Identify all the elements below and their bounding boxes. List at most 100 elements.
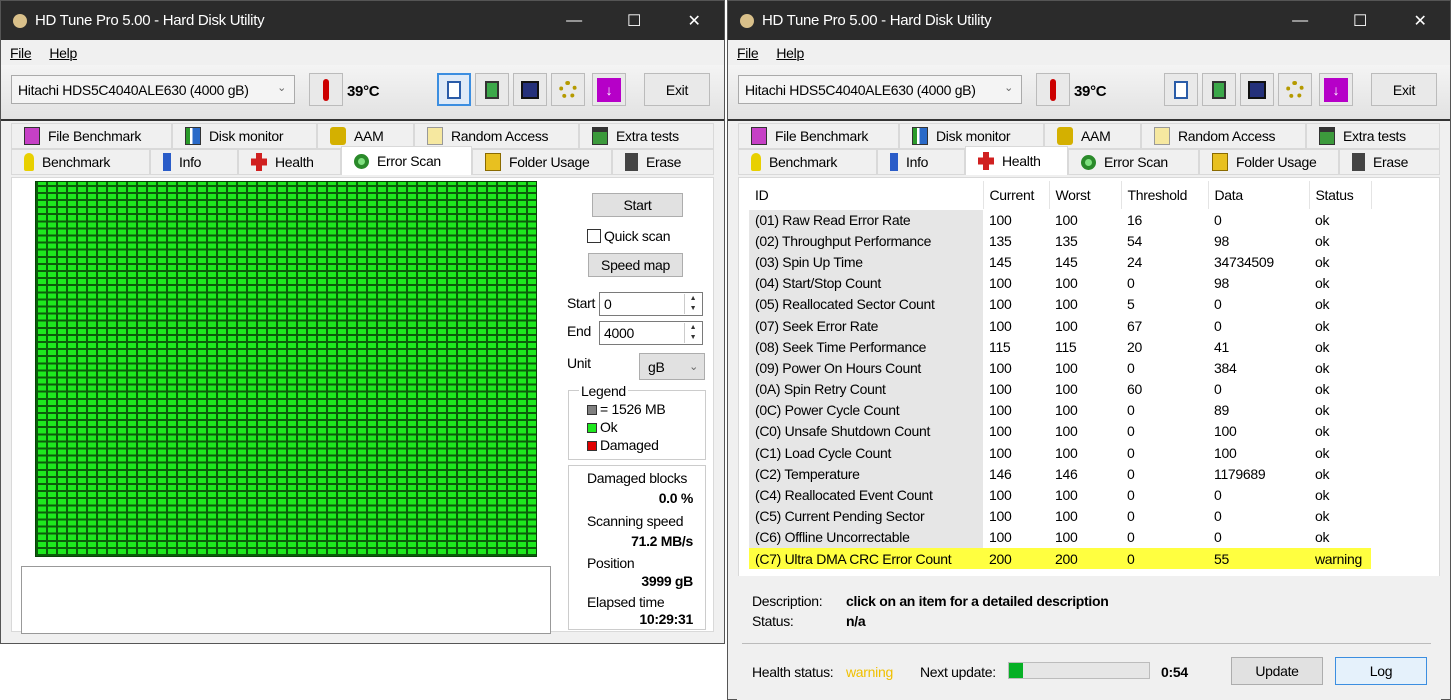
tab-info[interactable]: Info	[150, 149, 238, 175]
tab-file-benchmark[interactable]: File Benchmark	[11, 123, 172, 149]
tab-benchmark[interactable]: Benchmark	[738, 149, 877, 175]
table-row[interactable]: (C2) Temperature 146 146 0 1179689 ok	[749, 463, 1371, 485]
tab-health[interactable]: Health	[965, 146, 1068, 175]
table-row[interactable]: (C1) Load Cycle Count 100 100 0 100 ok	[749, 442, 1371, 464]
copy-text-button[interactable]	[1164, 73, 1198, 106]
tab-extra-tests[interactable]: Extra tests	[579, 123, 714, 149]
table-row[interactable]: (0C) Power Cycle Count 100 100 0 89 ok	[749, 399, 1371, 421]
menu-help[interactable]: Help	[49, 45, 77, 61]
column-threshold[interactable]: Threshold	[1121, 181, 1209, 210]
column-current[interactable]: Current	[983, 181, 1050, 210]
close-button[interactable]: ✕	[1390, 11, 1450, 31]
table-row[interactable]: (C4) Reallocated Event Count 100 100 0 0 ok	[749, 484, 1371, 506]
exit-button[interactable]: Exit	[1371, 73, 1437, 106]
cell-data: 0	[1214, 296, 1222, 313]
cell-data: 0	[1214, 381, 1222, 398]
cell-id: (01) Raw Read Error Rate	[749, 209, 983, 231]
tab-folder-usage[interactable]: Folder Usage	[1199, 149, 1339, 175]
benchmark-icon	[24, 153, 34, 171]
table-row[interactable]: (C6) Offline Uncorrectable 100 100 0 0 ok	[749, 526, 1371, 548]
table-row[interactable]: (01) Raw Read Error Rate 100 100 16 0 ok	[749, 209, 1371, 231]
column-data[interactable]: Data	[1208, 181, 1310, 210]
tab-erase[interactable]: Erase	[612, 149, 714, 175]
save-button[interactable]	[1240, 73, 1274, 106]
minimize-button[interactable]: —	[1270, 12, 1330, 30]
copy-text-button[interactable]	[437, 73, 471, 106]
temperature-readout: 39°C	[347, 83, 380, 100]
temperature-button[interactable]	[309, 73, 343, 106]
table-row[interactable]: (08) Seek Time Performance 115 115 20 41 ok	[749, 336, 1371, 358]
update-button[interactable]: Update	[1231, 657, 1323, 685]
tab-label: Extra tests	[1343, 128, 1406, 144]
column-status[interactable]: Status	[1309, 181, 1372, 210]
temperature-button[interactable]	[1036, 73, 1070, 106]
copy-screenshot-button[interactable]	[1202, 73, 1236, 106]
end-range-input[interactable]: 4000 ▲ ▼	[599, 321, 703, 345]
table-row[interactable]: (03) Spin Up Time 145 145 24 34734509 ok	[749, 251, 1371, 273]
tab-random-access[interactable]: Random Access	[1141, 123, 1306, 149]
cell-worst: 100	[1055, 508, 1078, 525]
drive-select[interactable]: Hitachi HDS5C4040ALE630 (4000 gB) ⌄	[738, 75, 1022, 104]
table-row[interactable]: (07) Seek Error Rate 100 100 67 0 ok	[749, 314, 1371, 337]
cell-current: 100	[989, 296, 1012, 313]
tab-error-scan[interactable]: Error Scan	[341, 146, 472, 175]
copy-screenshot-button[interactable]	[475, 73, 509, 106]
options-button[interactable]	[551, 73, 585, 106]
tab-erase[interactable]: Erase	[1339, 149, 1440, 175]
start-range-input[interactable]: 0 ▲ ▼	[599, 292, 703, 316]
table-row[interactable]: (C0) Unsafe Shutdown Count 100 100 0 100 ok	[749, 420, 1371, 443]
column-worst[interactable]: Worst	[1049, 181, 1122, 210]
tab-error-scan[interactable]: Error Scan	[1068, 149, 1199, 175]
table-row[interactable]: (09) Power On Hours Count 100 100 0 384 ok	[749, 357, 1371, 379]
table-row[interactable]: (0A) Spin Retry Count 100 100 60 0 ok	[749, 378, 1371, 400]
cell-worst: 115	[1055, 338, 1077, 355]
quick-scan-checkbox[interactable]: Quick scan	[587, 228, 671, 244]
trash-icon	[1352, 153, 1365, 171]
table-row[interactable]: (05) Reallocated Sector Count 100 100 5 0 ok	[749, 293, 1371, 315]
download-button[interactable]: ↓	[592, 73, 626, 106]
table-row[interactable]: (02) Throughput Performance 135 135 54 98 ok	[749, 230, 1371, 252]
checkbox-box[interactable]	[587, 229, 601, 243]
options-button[interactable]	[1278, 73, 1312, 106]
cell-status: ok	[1315, 423, 1330, 440]
tab-folder-usage[interactable]: Folder Usage	[472, 149, 612, 175]
drive-select[interactable]: Hitachi HDS5C4040ALE630 (4000 gB) ⌄	[11, 75, 295, 104]
maximize-button[interactable]: ☐	[604, 11, 664, 31]
exit-button[interactable]: Exit	[644, 73, 710, 106]
chevron-down-icon: ⌄	[1004, 82, 1013, 94]
save-button[interactable]	[513, 73, 547, 106]
close-button[interactable]: ✕	[664, 11, 724, 31]
table-row[interactable]: (C5) Current Pending Sector 100 100 0 0 ok	[749, 505, 1371, 527]
minimize-button[interactable]: —	[544, 12, 604, 30]
column-id[interactable]: ID	[749, 181, 984, 210]
random-access-icon	[1154, 127, 1170, 145]
menu-file[interactable]: File	[10, 45, 32, 61]
tab-info[interactable]: Info	[877, 149, 965, 175]
tab-disk-monitor[interactable]: Disk monitor	[172, 123, 317, 149]
spin-arrows-icon[interactable]: ▲ ▼	[684, 294, 701, 314]
menu-file[interactable]: File	[737, 45, 759, 61]
legend-text: Damaged	[600, 437, 659, 453]
table-row[interactable]: (04) Start/Stop Count 100 100 0 98 ok	[749, 272, 1371, 294]
elapsed-time-label: Elapsed time	[587, 594, 665, 610]
tab-extra-tests[interactable]: Extra tests	[1306, 123, 1440, 149]
tab-health[interactable]: Health	[238, 149, 341, 175]
cell-status: ok	[1315, 487, 1330, 504]
menu-help[interactable]: Help	[776, 45, 804, 61]
spin-arrows-icon[interactable]: ▲ ▼	[684, 323, 701, 343]
divider	[742, 643, 1431, 644]
drive-select-value: Hitachi HDS5C4040ALE630 (4000 gB)	[745, 82, 976, 98]
log-button[interactable]: Log	[1335, 657, 1427, 685]
start-label: Start	[623, 197, 652, 213]
maximize-button[interactable]: ☐	[1330, 11, 1390, 31]
cell-threshold: 0	[1127, 275, 1135, 292]
unit-select[interactable]: gB ⌄	[639, 353, 705, 380]
table-row[interactable]: (C7) Ultra DMA CRC Error Count 200 200 0 55 w…	[749, 548, 1371, 570]
download-button[interactable]: ↓	[1319, 73, 1353, 106]
speed-map-button[interactable]: Speed map	[588, 253, 683, 277]
cell-current: 100	[989, 275, 1012, 292]
start-scan-button[interactable]: Start	[592, 193, 683, 217]
log-label: Log	[1369, 663, 1393, 679]
tab-benchmark[interactable]: Benchmark	[11, 149, 150, 175]
tab-file-benchmark[interactable]: File Benchmark	[738, 123, 899, 149]
